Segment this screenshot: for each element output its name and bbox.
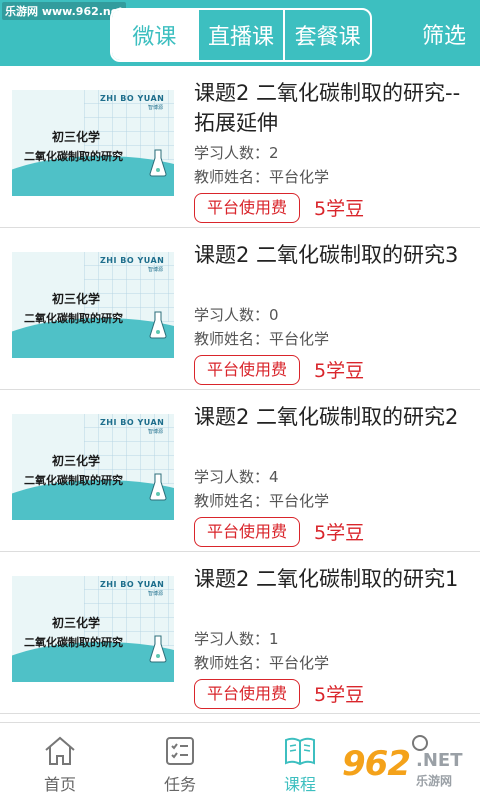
course-title: 课题2 二氧化碳制取的研究2	[194, 405, 459, 429]
thumbnail-brand: ZHI BO YUAN	[100, 94, 165, 103]
teacher-name-label: 教师姓名：	[194, 330, 270, 348]
student-count-value: 1	[269, 630, 279, 648]
teacher-name-value: 平台化学	[269, 654, 330, 672]
student-count-value: 2	[269, 144, 279, 162]
course-item[interactable]: ZHI BO YUAN 智博源 初三化学 二氧化碳制取的研究 课题2 二氧化碳制…	[0, 390, 480, 552]
student-count-label: 学习人数：	[194, 630, 270, 648]
watermark-logo: 962 .NET 乐游网	[342, 744, 476, 794]
task-icon	[166, 737, 194, 765]
teacher-name-value: 平台化学	[269, 492, 330, 510]
thumbnail-subject: 初三化学	[52, 292, 101, 306]
course-list: ZHI BO YUAN 智博源 初三化学 二氧化碳制取的研究 课题2 二氧化碳制…	[0, 66, 480, 722]
course-thumbnail: ZHI BO YUAN 智博源 初三化学 二氧化碳制取的研究	[12, 414, 174, 520]
nav-home-label: 首页	[43, 775, 76, 794]
student-count: 学习人数：2	[194, 142, 279, 163]
nav-home[interactable]: 首页	[0, 723, 120, 800]
teacher-name-value: 平台化学	[269, 168, 330, 186]
teacher-name: 教师姓名：平台化学	[194, 328, 329, 349]
student-count-label: 学习人数：	[194, 144, 270, 162]
thumbnail-brand-sub: 智博源	[148, 429, 164, 435]
tab-live-course[interactable]: 直播课	[199, 10, 286, 60]
thumbnail-subject: 初三化学	[52, 616, 101, 630]
thumbnail-topic: 二氧化碳制取的研究	[24, 312, 123, 325]
student-count-value: 0	[269, 306, 279, 324]
nav-task-label: 任务	[163, 775, 196, 794]
course-price: 5学豆	[314, 360, 365, 382]
thumbnail-subject: 初三化学	[52, 130, 101, 144]
course-price: 5学豆	[314, 522, 365, 544]
nav-course-label: 课程	[283, 775, 316, 794]
course-title: 课题2 二氧化碳制取的研究--拓展延伸	[194, 81, 461, 135]
student-count: 学习人数：4	[194, 466, 279, 487]
thumbnail-topic: 二氧化碳制取的研究	[24, 150, 123, 163]
flask-icon	[149, 635, 167, 663]
course-item[interactable]: ZHI BO YUAN 智博源 初三化学 二氧化碳制取的研究 课题2 二氧化碳制…	[0, 552, 480, 714]
course-thumbnail: ZHI BO YUAN 智博源 初三化学 二氧化碳制取的研究	[12, 252, 174, 358]
course-item[interactable]: ZHI BO YUAN 智博源 初三化学 二氧化碳制取的研究 课题2 二氧化碳制…	[0, 228, 480, 390]
teacher-name: 教师姓名：平台化学	[194, 652, 329, 673]
thumbnail-topic: 二氧化碳制取的研究	[24, 474, 123, 487]
course-thumbnail: ZHI BO YUAN 智博源 初三化学 二氧化碳制取的研究	[12, 576, 174, 682]
student-count-label: 学习人数：	[194, 468, 270, 486]
watermark-net: .NET	[416, 750, 463, 771]
watermark-digits: 962	[342, 744, 411, 784]
course-price: 5学豆	[314, 684, 365, 706]
thumbnail-brand: ZHI BO YUAN	[100, 580, 165, 589]
course-thumbnail: ZHI BO YUAN 智博源 初三化学 二氧化碳制取的研究	[12, 90, 174, 196]
fee-badge: 平台使用费	[194, 193, 301, 223]
tab-micro-course[interactable]: 微课	[112, 10, 199, 60]
thumbnail-brand-sub: 智博源	[148, 267, 164, 273]
course-price: 5学豆	[314, 198, 365, 220]
fee-badge: 平台使用费	[194, 679, 301, 709]
course-title: 课题2 二氧化碳制取的研究3	[194, 243, 459, 267]
top-header: 乐游网 www.962.net 微课 直播课 套餐课 筛选	[0, 0, 480, 66]
tab-package-course[interactable]: 套餐课	[285, 10, 370, 60]
watermark-top: 乐游网 www.962.net	[2, 2, 127, 20]
student-count: 学习人数：1	[194, 628, 279, 649]
student-count-value: 4	[269, 468, 279, 486]
teacher-name-label: 教师姓名：	[194, 492, 270, 510]
book-icon	[285, 737, 315, 766]
course-title: 课题2 二氧化碳制取的研究1	[194, 567, 459, 591]
fee-badge: 平台使用费	[194, 517, 301, 547]
thumbnail-topic: 二氧化碳制取的研究	[24, 636, 123, 649]
thumbnail-brand: ZHI BO YUAN	[100, 256, 165, 265]
teacher-name: 教师姓名：平台化学	[194, 490, 329, 511]
nav-task[interactable]: 任务	[120, 723, 240, 800]
fee-badge: 平台使用费	[194, 355, 301, 385]
thumbnail-brand: ZHI BO YUAN	[100, 418, 165, 427]
student-count: 学习人数：0	[194, 304, 279, 325]
flask-icon	[149, 311, 167, 339]
student-count-label: 学习人数：	[194, 306, 270, 324]
course-type-tabs: 微课 直播课 套餐课	[110, 8, 372, 62]
flask-icon	[149, 149, 167, 177]
course-item[interactable]: ZHI BO YUAN 智博源 初三化学 二氧化碳制取的研究 课题2 二氧化碳制…	[0, 66, 480, 228]
thumbnail-brand-sub: 智博源	[148, 591, 164, 597]
thumbnail-subject: 初三化学	[52, 454, 101, 468]
flask-icon	[149, 473, 167, 501]
teacher-name-value: 平台化学	[269, 330, 330, 348]
home-icon	[45, 736, 75, 765]
teacher-name-label: 教师姓名：	[194, 654, 270, 672]
thumbnail-brand-sub: 智博源	[148, 105, 164, 111]
filter-button[interactable]: 筛选	[422, 18, 466, 50]
teacher-name: 教师姓名：平台化学	[194, 166, 329, 187]
watermark-cn: 乐游网	[416, 774, 453, 788]
teacher-name-label: 教师姓名：	[194, 168, 270, 186]
